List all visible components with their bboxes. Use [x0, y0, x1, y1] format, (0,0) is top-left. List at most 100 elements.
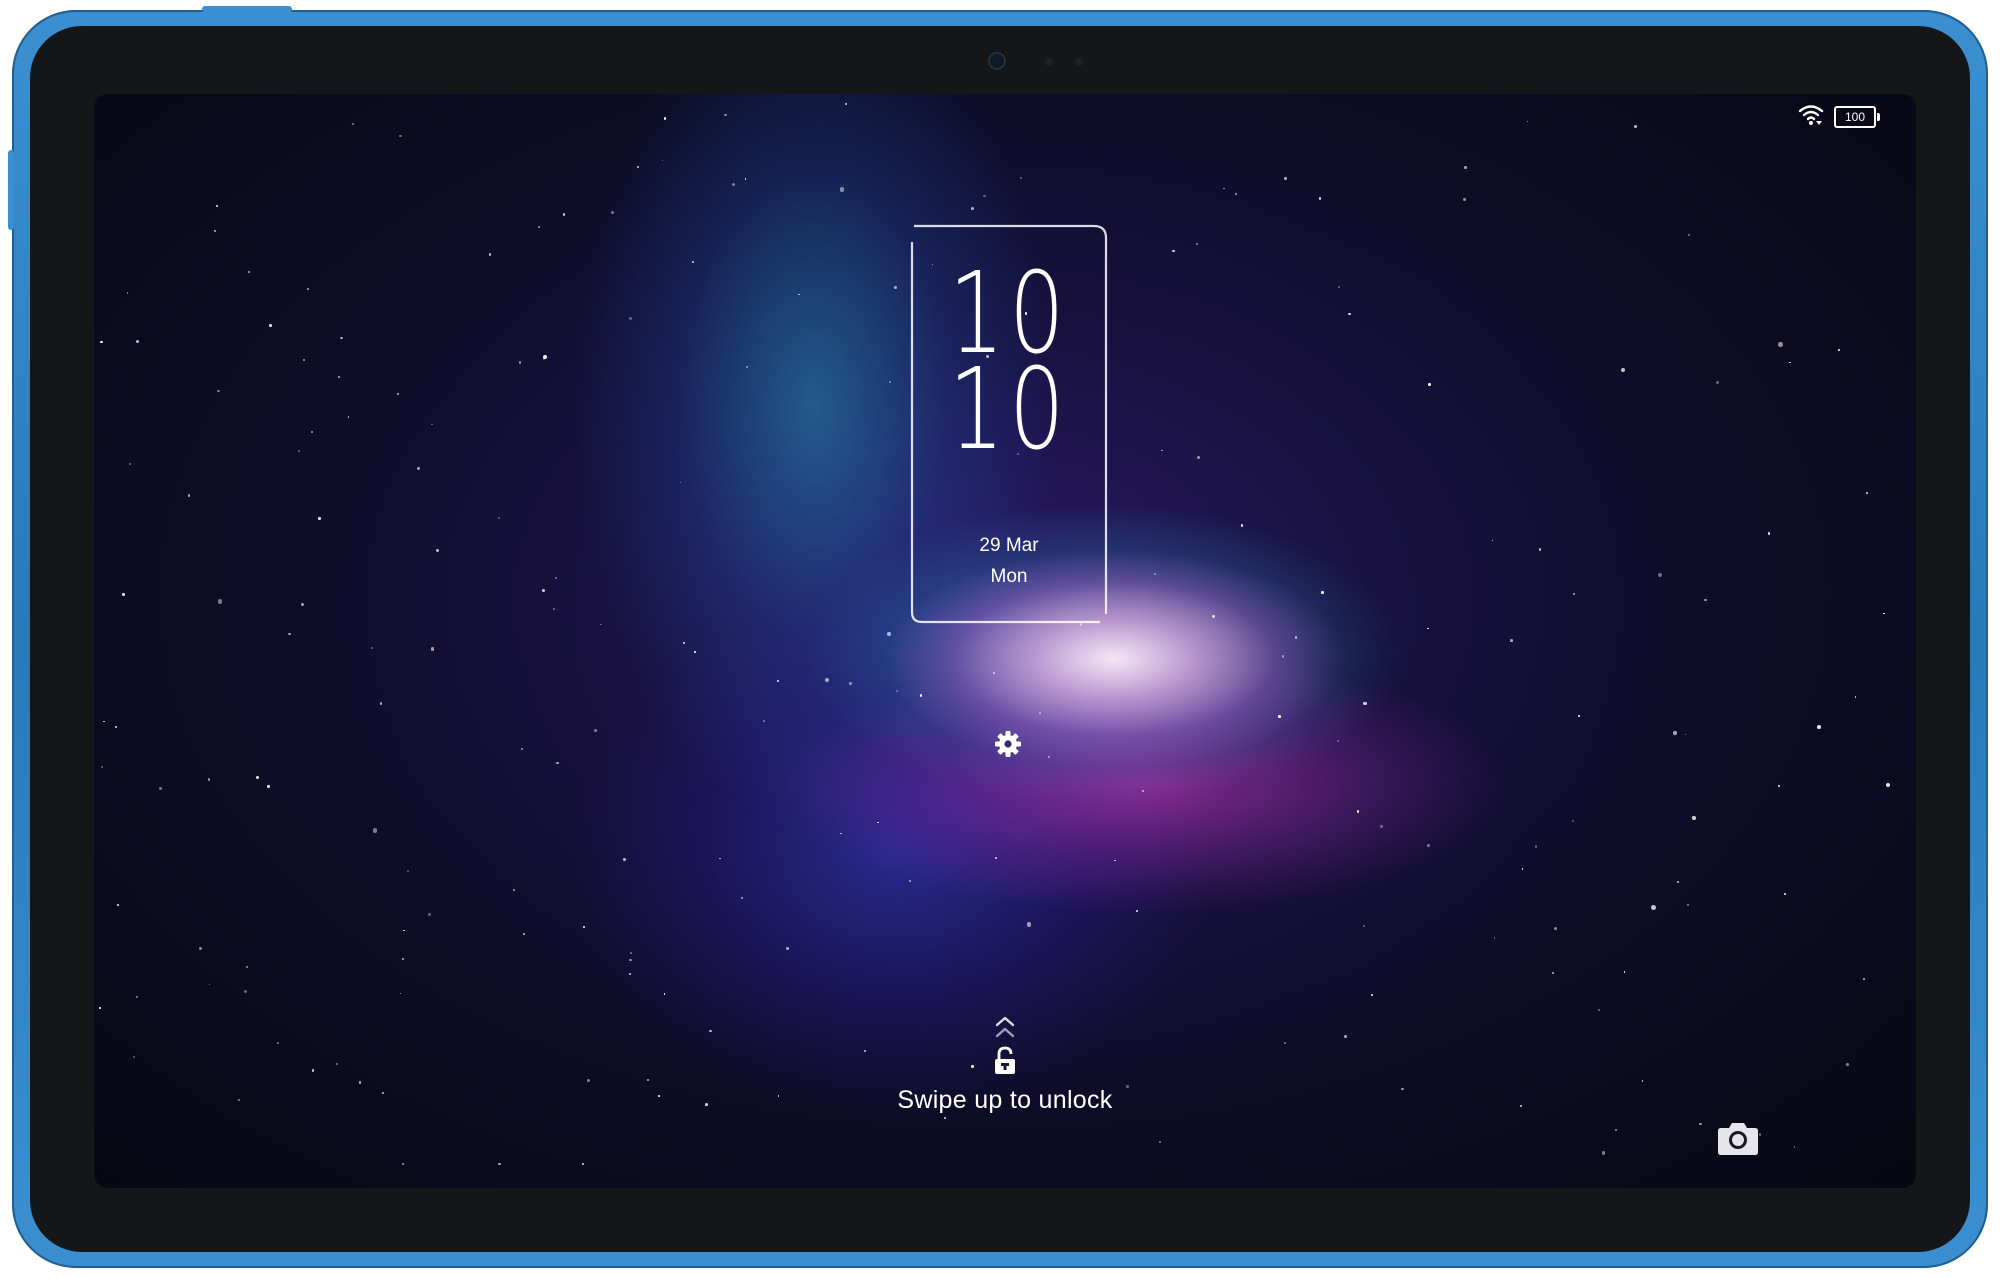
star — [1027, 922, 1032, 927]
star — [244, 990, 248, 994]
star — [245, 965, 249, 969]
star — [1464, 166, 1467, 169]
star — [1426, 844, 1430, 847]
star — [402, 1163, 405, 1166]
star — [436, 548, 440, 552]
light-sensor — [1045, 58, 1053, 66]
star — [1196, 243, 1198, 245]
settings-button[interactable] — [988, 726, 1028, 766]
star — [311, 431, 314, 434]
unlock-area[interactable]: Swipe up to unlock — [805, 1014, 1205, 1115]
star — [629, 958, 632, 962]
star — [103, 720, 105, 723]
star — [129, 462, 132, 465]
star — [848, 681, 852, 685]
star — [1321, 591, 1324, 595]
star — [1294, 636, 1298, 639]
star — [1283, 177, 1287, 180]
lock-screen[interactable]: 100 10 10 29 Mar Mon Swipe up to unlock — [94, 94, 1916, 1188]
star — [919, 694, 923, 697]
clock-minutes: 10 — [948, 345, 1070, 475]
star — [488, 253, 492, 256]
star — [1634, 125, 1638, 128]
star — [1284, 1042, 1287, 1045]
star — [1699, 1122, 1702, 1125]
star — [401, 957, 405, 961]
chevron-up-double-icon — [805, 1014, 1205, 1044]
star — [1692, 816, 1696, 820]
star — [1863, 977, 1866, 980]
star — [372, 828, 378, 833]
wifi-icon — [1798, 104, 1824, 131]
star — [513, 888, 516, 891]
star — [1657, 572, 1662, 577]
star — [1154, 572, 1157, 575]
star — [762, 719, 765, 723]
star — [657, 1094, 660, 1097]
star — [208, 983, 211, 986]
star — [521, 748, 524, 751]
star — [311, 1069, 314, 1072]
star — [1672, 731, 1677, 736]
bezel: 100 10 10 29 Mar Mon Swipe up to unlock — [30, 26, 1970, 1252]
star — [1038, 711, 1041, 714]
star — [1462, 197, 1466, 201]
star — [122, 592, 126, 596]
star — [586, 1078, 590, 1082]
star — [187, 494, 191, 497]
star — [679, 481, 682, 484]
star — [198, 946, 203, 951]
star — [114, 726, 118, 729]
star — [338, 375, 341, 378]
star — [628, 316, 633, 321]
power-button[interactable] — [8, 150, 14, 230]
star — [498, 1162, 501, 1166]
star — [1783, 892, 1787, 896]
star — [135, 995, 139, 998]
star — [1837, 349, 1840, 351]
star — [556, 761, 560, 765]
star — [100, 766, 103, 769]
star — [896, 690, 899, 693]
star — [1846, 1063, 1849, 1067]
star — [277, 1042, 280, 1044]
star — [1172, 249, 1175, 253]
star — [1688, 234, 1690, 236]
camera-shortcut-button[interactable] — [1716, 1118, 1760, 1162]
clock-weekday: Mon — [990, 566, 1028, 587]
star — [1789, 361, 1791, 364]
clock-widget[interactable]: 10 10 29 Mar Mon — [910, 224, 1108, 624]
star — [1704, 598, 1707, 601]
gear-icon — [993, 729, 1023, 764]
star — [1526, 120, 1529, 123]
star — [798, 293, 800, 296]
star — [629, 951, 632, 954]
star — [992, 671, 995, 674]
star — [1362, 924, 1365, 928]
clock-date: 29 Mar — [979, 535, 1039, 556]
star — [159, 787, 163, 790]
battery-indicator: 100 — [1834, 106, 1880, 128]
star — [894, 285, 898, 289]
star — [663, 117, 667, 120]
star — [1551, 972, 1554, 975]
star — [1883, 612, 1886, 615]
star — [785, 947, 789, 951]
star — [1362, 701, 1367, 706]
star — [1539, 548, 1542, 551]
volume-button[interactable] — [202, 6, 292, 12]
star — [1577, 714, 1581, 717]
star — [663, 993, 666, 996]
star — [1777, 785, 1780, 788]
star — [1520, 1105, 1523, 1107]
star — [100, 340, 103, 344]
star — [840, 832, 842, 835]
star — [994, 856, 997, 859]
star — [518, 361, 521, 364]
star — [403, 929, 405, 932]
star — [382, 1092, 385, 1095]
star — [1114, 859, 1116, 862]
star — [1020, 176, 1023, 179]
star — [538, 226, 540, 228]
star — [268, 324, 272, 328]
